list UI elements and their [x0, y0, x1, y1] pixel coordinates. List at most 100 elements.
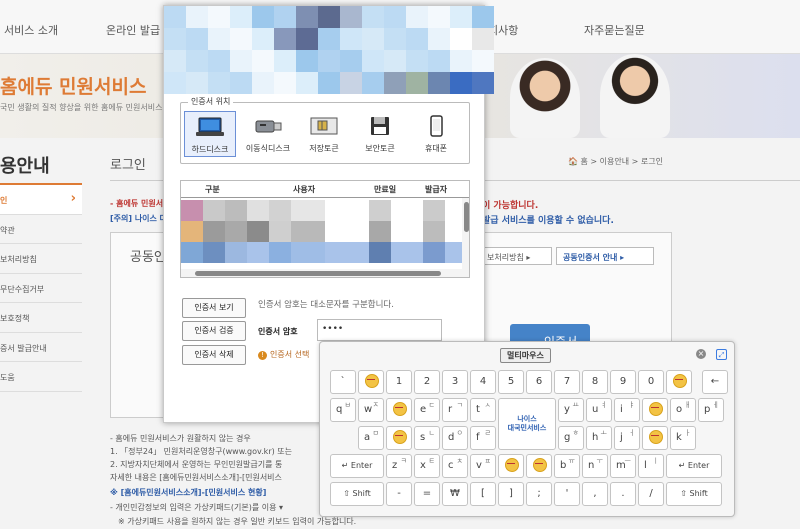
location-removable-disk[interactable]: 이동식디스크 [242, 111, 294, 157]
keyboard-key-backspace[interactable]: ← [702, 370, 728, 394]
keyboard-key-e[interactable]: eㄷ [414, 398, 440, 422]
vertical-scrollbar[interactable] [462, 198, 469, 277]
sidebar-item-cert-guide[interactable]: 증서 발급안내 [0, 333, 82, 362]
footer-link[interactable]: ※ [홈에듀민원서비스소개]-[민원서비스 현황] [110, 487, 266, 498]
keyboard-key[interactable]: = [414, 482, 440, 506]
cert-guide-button[interactable]: 공동인증서 안내 ▸ [556, 247, 654, 265]
keyboard-key[interactable]: - [386, 482, 412, 506]
column-header-issuer[interactable]: 발급자 [425, 184, 447, 195]
keyboard-key-w[interactable]: wㅈ [358, 398, 384, 422]
keyboard-key-shift[interactable]: ⇧ Shift [666, 482, 722, 506]
column-header-expiry[interactable]: 만료일 [374, 184, 396, 195]
keyboard-key-y[interactable]: yㅛ [558, 398, 584, 422]
keyboard-key-q[interactable]: qㅂ [330, 398, 356, 422]
keyboard-key-z[interactable]: zㅋ [386, 454, 412, 478]
close-icon[interactable]: × [696, 349, 706, 359]
keyboard-key-u[interactable]: uㅕ [586, 398, 612, 422]
keyboard-key[interactable]: 1 [386, 370, 412, 394]
keyboard-key[interactable]: 9 [610, 370, 636, 394]
password-field[interactable]: •••• [317, 319, 442, 341]
location-storage-token[interactable]: 저장토큰 [298, 111, 350, 157]
keyboard-key-dummy-emoji[interactable] [386, 398, 412, 422]
keyboard-key[interactable]: ₩ [442, 482, 468, 506]
keyboard-key[interactable]: / [638, 482, 664, 506]
keyboard-key[interactable]: 2 [414, 370, 440, 394]
keyboard-key[interactable]: 6 [526, 370, 552, 394]
certificate-row[interactable] [181, 221, 463, 242]
drag-handle-icon[interactable]: ⤢ [716, 349, 727, 360]
keyboard-key-enter[interactable]: ↵ Enter [330, 454, 384, 478]
keyboard-key-dummy-emoji[interactable] [386, 426, 412, 450]
keyboard-key[interactable]: 0 [638, 370, 664, 394]
keyboard-key-g[interactable]: gㅎ [558, 426, 584, 450]
location-hard-disk[interactable]: 하드디스크 [184, 111, 236, 157]
keyboard-key[interactable]: ` [330, 370, 356, 394]
mosaic-tile [252, 6, 274, 28]
horizontal-scrollbar[interactable] [181, 269, 463, 277]
location-security-token[interactable]: 보안토큰 [354, 111, 406, 157]
keyboard-key-p[interactable]: pㅔ [698, 398, 724, 422]
keyboard-key[interactable]: , [582, 482, 608, 506]
keyboard-key-m[interactable]: mㅡ [610, 454, 636, 478]
keyboard-key-enter[interactable]: ↵ Enter [666, 454, 722, 478]
column-header-type[interactable]: 구분 [205, 184, 220, 195]
location-mobile-phone[interactable]: 휴대폰 [410, 111, 462, 157]
keyboard-key-f[interactable]: fㄹ [470, 426, 496, 450]
keyboard-key[interactable]: 5 [498, 370, 524, 394]
column-header-user[interactable]: 사용자 [293, 184, 315, 195]
sidebar-item-help[interactable]: 도움 [0, 362, 82, 392]
sidebar-item-terms[interactable]: 약관 [0, 215, 82, 244]
keyboard-key[interactable]: 3 [442, 370, 468, 394]
keyboard-key[interactable]: . [610, 482, 636, 506]
sidebar-item-email-refusal[interactable]: 무단수집거부 [0, 274, 82, 303]
certificate-row-selected[interactable] [181, 242, 463, 263]
sidebar-item-privacy[interactable]: 보처리방침 [0, 244, 82, 274]
keyboard-key-b[interactable]: bㅠ [554, 454, 580, 478]
keyboard-key[interactable]: [ [470, 482, 496, 506]
keyboard-key[interactable]: 7 [554, 370, 580, 394]
keyboard-key[interactable]: ] [498, 482, 524, 506]
mosaic-tile [472, 28, 494, 50]
sidebar-item-protection[interactable]: 보호정책 [0, 303, 82, 333]
nav-item-faq[interactable]: 자주묻는질문 [584, 22, 645, 38]
keyboard-key-j[interactable]: jㅓ [614, 426, 640, 450]
keyboard-key-l[interactable]: lㅣ [638, 454, 664, 478]
cert-verify-button[interactable]: 인증서 검증 [182, 321, 246, 341]
mosaic-tile [472, 50, 494, 72]
keyboard-key-t[interactable]: tㅅ [470, 398, 496, 422]
keyboard-key[interactable]: 8 [582, 370, 608, 394]
keyboard-key-k[interactable]: kㅏ [670, 426, 696, 450]
keyboard-key-i[interactable]: iㅑ [614, 398, 640, 422]
keyboard-key[interactable]: ' [554, 482, 580, 506]
keyboard-key[interactable]: 4 [470, 370, 496, 394]
keyboard-key-dummy-emoji[interactable] [642, 398, 668, 422]
keyboard-key-dummy-emoji[interactable] [642, 426, 668, 450]
nav-item-service-intro[interactable]: 서비스 소개 [4, 22, 58, 38]
certificate-row[interactable] [181, 200, 463, 221]
mosaic-tile [450, 6, 472, 28]
keyboard-key-h[interactable]: hㅗ [586, 426, 612, 450]
keyboard-key-x[interactable]: xㅌ [414, 454, 440, 478]
keyboard-key-n[interactable]: nㅜ [582, 454, 608, 478]
cert-delete-button[interactable]: 인증서 삭제 [182, 345, 246, 365]
keyboard-key-a[interactable]: aㅁ [358, 426, 384, 450]
location-label: 이동식디스크 [245, 144, 291, 153]
cert-view-button[interactable]: 인증서 보기 [182, 298, 246, 318]
keyboard-key-r[interactable]: rㄱ [442, 398, 468, 422]
sidebar-item-login[interactable]: 인 [0, 185, 82, 215]
mosaic-tile [384, 72, 406, 94]
keyboard-key-dummy-emoji[interactable] [666, 370, 692, 394]
keyboard-key-o[interactable]: oㅐ [670, 398, 696, 422]
keyboard-key[interactable]: ; [526, 482, 552, 506]
keyboard-key-dummy-emoji[interactable] [358, 370, 384, 394]
keyboard-key-dummy-emoji[interactable] [526, 454, 552, 478]
nav-item-online-issue[interactable]: 온라인 발급 [106, 22, 160, 38]
privacy-policy-button[interactable]: 보처리방침 ▸ [482, 247, 552, 265]
keyboard-key-v[interactable]: vㅍ [470, 454, 496, 478]
keyboard-key-dummy-emoji[interactable] [498, 454, 524, 478]
keyboard-key-s[interactable]: sㄴ [414, 426, 440, 450]
keyboard-key-shift[interactable]: ⇧ Shift [330, 482, 384, 506]
multi-mouse-button[interactable]: 멀티마우스 [500, 348, 551, 363]
keyboard-key-c[interactable]: cㅊ [442, 454, 468, 478]
keyboard-key-d[interactable]: dㅇ [442, 426, 468, 450]
